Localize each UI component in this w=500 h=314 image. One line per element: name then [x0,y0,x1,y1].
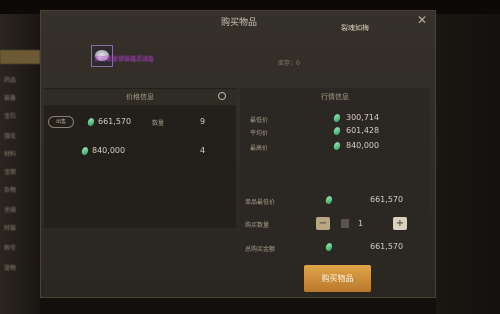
sidebar-item[interactable]: 宝图 [0,166,40,180]
quantity-item-icon [341,219,349,228]
unit-price-value: 661,570 [370,195,404,204]
dialog-title: 购买物品 [220,18,257,28]
sidebar-item[interactable] [0,50,40,64]
decrease-quantity-button[interactable]: − [316,217,330,230]
qty-value: 4 [200,146,206,155]
avg-price-value: 601,428 [346,126,380,135]
refresh-icon[interactable] [218,92,226,100]
price-info-header: 价格信息 [44,89,236,105]
close-icon[interactable]: ✕ [417,13,427,27]
sidebar-item[interactable]: 坐骑 [0,204,40,218]
buy-button[interactable]: 购买物品 [304,265,371,292]
avg-price-label: 平均价 [250,130,269,137]
market-info-header: 行情信息 [321,93,349,101]
quantity-input[interactable]: 1 [358,219,363,228]
price-row[interactable]: 出售 661,570 数量 9 [46,115,232,129]
sidebar-item[interactable]: 宠物 [0,262,40,276]
jade-gem-icon [86,117,96,127]
qty-value: 9 [200,117,206,126]
price-info-panel [44,88,236,228]
max-price-label: 最高价 [250,145,269,152]
min-price-label: 最低价 [250,117,269,124]
item-name: 玄冥紫金锁链蕴灵战盔 [94,56,155,63]
sidebar-item[interactable]: 材料 [0,148,40,162]
sidebar-item[interactable]: 强化 [0,130,40,144]
price-value: 840,000 [92,146,126,155]
total-label: 总购买金额 [245,246,276,253]
dialog-subtitle: 裂魂如梅 [341,24,369,32]
right-background-panel [436,14,500,314]
unit-price-label: 单品最低价 [245,199,276,206]
min-price-value: 300,714 [346,113,380,122]
quantity-label: 购买数量 [245,222,270,229]
max-price-value: 840,000 [346,141,380,150]
price-row[interactable]: 840,000 4 [46,144,232,158]
sidebar-item[interactable]: 时装 [0,222,40,236]
total-value: 661,570 [370,242,404,251]
increase-quantity-button[interactable]: + [393,217,407,230]
stock-label: 库存：0 [278,60,300,67]
qty-label: 数量 [152,120,165,127]
sidebar-item[interactable]: 宝石 [0,110,40,124]
sell-tag[interactable]: 出售 [48,116,74,128]
price-value: 661,570 [98,117,132,126]
sidebar-item[interactable]: 杂物 [0,184,40,198]
sidebar-item[interactable]: 称号 [0,242,40,256]
sidebar-item[interactable]: 药品 [0,74,40,88]
jade-gem-icon [80,146,90,156]
sidebar-item[interactable]: 装备 [0,92,40,106]
